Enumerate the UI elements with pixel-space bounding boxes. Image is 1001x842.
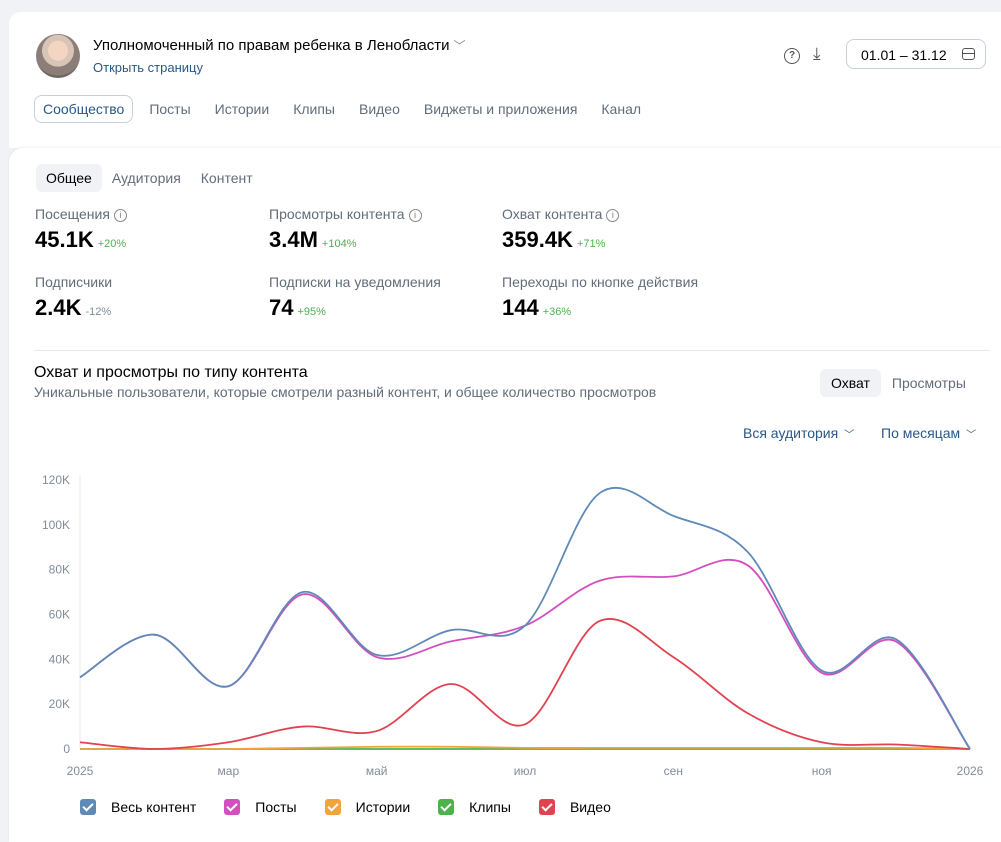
subtab-general[interactable]: Общее — [36, 164, 102, 192]
y-tick-label: 40K — [49, 652, 70, 666]
checkbox-icon — [324, 799, 341, 815]
metric-change: +71% — [576, 238, 606, 250]
legend-label: Посты — [255, 799, 297, 815]
tab-clips[interactable]: Клипы — [281, 95, 347, 123]
metric-value: 45.1K — [35, 227, 94, 252]
chart-title: Охват и просмотры по типу контента — [34, 364, 308, 381]
info-icon[interactable]: i — [408, 209, 422, 222]
metric-value: 359.4K — [502, 227, 573, 252]
metric-toggle: Охват Просмотры — [820, 369, 977, 397]
info-icon[interactable]: i — [113, 209, 127, 222]
metric-value: 3.4M — [269, 227, 318, 252]
legend-item-clips[interactable]: Клипы — [438, 799, 511, 815]
metric-value: 2.4K — [35, 295, 82, 320]
x-tick-label: 2025 — [67, 764, 94, 778]
tab-community[interactable]: Сообщество — [34, 95, 134, 123]
legend-label: Весь контент — [111, 799, 197, 815]
info-icon[interactable]: i — [606, 209, 620, 222]
tab-widgets[interactable]: Виджеты и приложения — [412, 95, 590, 123]
checkbox-icon — [438, 799, 455, 815]
period-filter[interactable]: По месяцам ﹀ — [881, 425, 976, 441]
metric-label: Просмотры контента — [269, 206, 405, 222]
metric-subscribers: Подписчики 2.4K -12% — [35, 274, 112, 321]
metric-label: Посещения — [35, 206, 110, 222]
metric-change: -12% — [85, 306, 112, 318]
metric-notification-subs: Подписки на уведомления 74 +95% — [269, 274, 441, 321]
calendar-icon — [962, 48, 975, 60]
sub-tabs: Общее Аудитория Контент — [36, 164, 263, 192]
download-icon[interactable]: ⤓ — [813, 44, 821, 64]
open-page-link[interactable]: Открыть страницу — [93, 60, 203, 75]
metric-change: +20% — [97, 238, 127, 250]
metric-change: +36% — [542, 306, 572, 318]
chart-subtitle: Уникальные пользователи, которые смотрел… — [34, 384, 657, 400]
y-tick-label: 100K — [42, 518, 70, 532]
chevron-down-icon: ﹀ — [844, 430, 855, 441]
metric-change: +95% — [297, 306, 326, 318]
y-tick-label: 80K — [49, 563, 70, 577]
page-title[interactable]: Уполномоченный по правам ребенка в Леноб… — [93, 37, 466, 54]
legend-label: Видео — [569, 799, 611, 815]
chart-legend: Весь контент Посты Истории Клипы Видео — [80, 799, 639, 815]
legend-item-all[interactable]: Весь контент — [80, 799, 196, 815]
metric-label: Подписки на уведомления — [269, 274, 441, 290]
series-line-all — [79, 486, 971, 750]
legend-item-posts[interactable]: Посты — [224, 799, 297, 815]
y-tick-label: 0 — [63, 742, 70, 756]
x-tick-label: 2026 — [957, 764, 984, 778]
series-line-posts — [79, 559, 971, 750]
legend-label: Клипы — [469, 799, 511, 815]
chevron-down-icon: ﹀ — [453, 39, 466, 53]
subtab-content[interactable]: Контент — [191, 164, 263, 192]
metric-visits: Посещения i 45.1K +20% — [35, 206, 127, 253]
y-tick-label: 20K — [49, 697, 70, 711]
metric-value: 74 — [269, 295, 294, 320]
tab-channel[interactable]: Канал — [589, 95, 653, 123]
x-tick-label: сен — [664, 764, 683, 778]
subtab-audience[interactable]: Аудитория — [102, 164, 191, 192]
date-range-button[interactable]: 01.01 – 31.12 — [846, 39, 986, 69]
avatar[interactable] — [36, 34, 80, 78]
metric-label: Охват контента — [502, 206, 603, 222]
tab-video[interactable]: Видео — [347, 95, 412, 123]
y-tick-label: 120K — [42, 473, 70, 487]
audience-filter[interactable]: Вся аудитория ﹀ — [743, 425, 854, 441]
x-tick-label: июл — [514, 764, 536, 778]
tab-posts[interactable]: Посты — [137, 95, 202, 123]
tab-stories[interactable]: Истории — [203, 95, 282, 123]
metric-content-reach: Охват контента i 359.4K +71% — [502, 206, 620, 253]
page-header-card — [9, 12, 1001, 148]
metric-value: 144 — [502, 295, 539, 320]
metric-label: Подписчики — [35, 274, 113, 290]
checkbox-icon — [538, 799, 555, 815]
x-tick-label: мар — [218, 764, 240, 778]
metric-change: +104% — [321, 238, 357, 250]
help-icon[interactable]: ? — [784, 48, 800, 64]
toggle-reach[interactable]: Охват — [820, 369, 881, 397]
divider — [34, 350, 990, 351]
checkbox-icon — [80, 799, 96, 815]
line-chart: 0 20K 40K 60K 80K 100K 120K 2025 мар май июл сен ноя… — [42, 473, 984, 778]
series-line-stories — [80, 745, 971, 750]
metric-content-views: Просмотры контента i 3.4M +104% — [269, 206, 422, 253]
chevron-down-icon: ﹀ — [966, 430, 977, 441]
legend-label: Истории — [355, 799, 411, 815]
metric-label: Переходы по кнопке действия — [502, 274, 699, 290]
main-tabs: Сообщество Посты Истории Клипы Видео Вид… — [34, 95, 653, 123]
checkbox-icon — [224, 799, 241, 815]
y-tick-label: 60K — [49, 608, 70, 622]
legend-item-video[interactable]: Видео — [538, 799, 611, 815]
toggle-views[interactable]: Просмотры — [881, 369, 977, 397]
metric-action-clicks: Переходы по кнопке действия 144 +36% — [502, 274, 698, 321]
legend-item-stories[interactable]: Истории — [324, 799, 411, 815]
x-tick-label: май — [366, 764, 388, 778]
x-tick-label: ноя — [812, 764, 832, 778]
